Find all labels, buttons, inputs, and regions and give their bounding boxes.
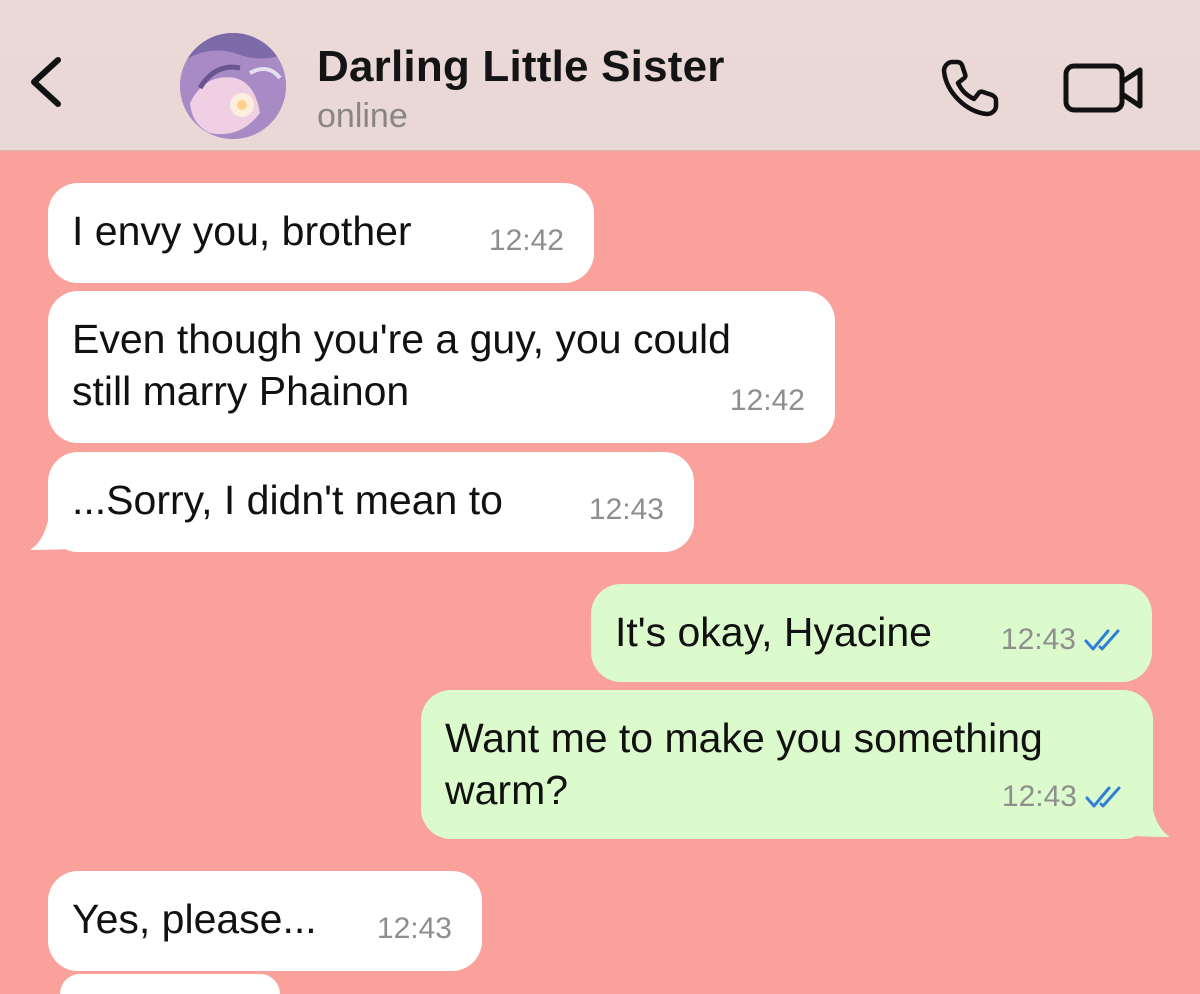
message-meta: 12:43 [1001, 614, 1128, 666]
message-bubble-incoming[interactable]: Even though you're a guy, you could stil… [48, 291, 835, 443]
contact-status: online [317, 97, 408, 135]
back-button[interactable] [22, 52, 72, 112]
message-time: 12:42 [488, 224, 564, 257]
message-bubble-partial[interactable] [60, 974, 280, 994]
message-bubble-incoming[interactable]: ...Sorry, I didn't mean to 12:43 [48, 452, 694, 552]
message-meta: 12:43 [1002, 771, 1129, 823]
message-time: 12:43 [376, 912, 452, 945]
message-meta: 12:42 [730, 375, 805, 427]
message-time: 12:43 [588, 493, 664, 526]
phone-icon [941, 59, 999, 117]
avatar[interactable] [180, 33, 286, 139]
message-meta: 12:43 [589, 484, 664, 536]
double-check-icon [1084, 629, 1120, 651]
contact-name[interactable]: Darling Little Sister [317, 42, 725, 92]
message-meta: 12:43 [377, 903, 452, 955]
message-time: 12:43 [1001, 780, 1077, 813]
avatar-image [180, 33, 286, 139]
message-time: 12:42 [729, 384, 805, 417]
message-bubble-outgoing[interactable]: Want me to make you something warm? 12:4… [421, 690, 1153, 839]
voice-call-button[interactable] [938, 56, 1002, 120]
chevron-left-icon [31, 57, 61, 107]
video-call-button[interactable] [1062, 60, 1146, 116]
message-bubble-outgoing[interactable]: It's okay, Hyacine 12:43 [591, 584, 1152, 682]
message-bubble-incoming[interactable]: Yes, please... 12:43 [48, 871, 482, 971]
message-text: Even though you're a guy, you could stil… [72, 316, 731, 414]
video-camera-icon [1063, 63, 1143, 113]
message-text: ...Sorry, I didn't mean to [72, 477, 503, 523]
message-meta: 12:42 [489, 215, 564, 267]
double-check-icon [1085, 786, 1121, 808]
message-bubble-incoming[interactable]: I envy you, brother 12:42 [48, 183, 594, 283]
message-time: 12:43 [1000, 623, 1076, 656]
chat-header: Darling Little Sister online [0, 0, 1200, 151]
